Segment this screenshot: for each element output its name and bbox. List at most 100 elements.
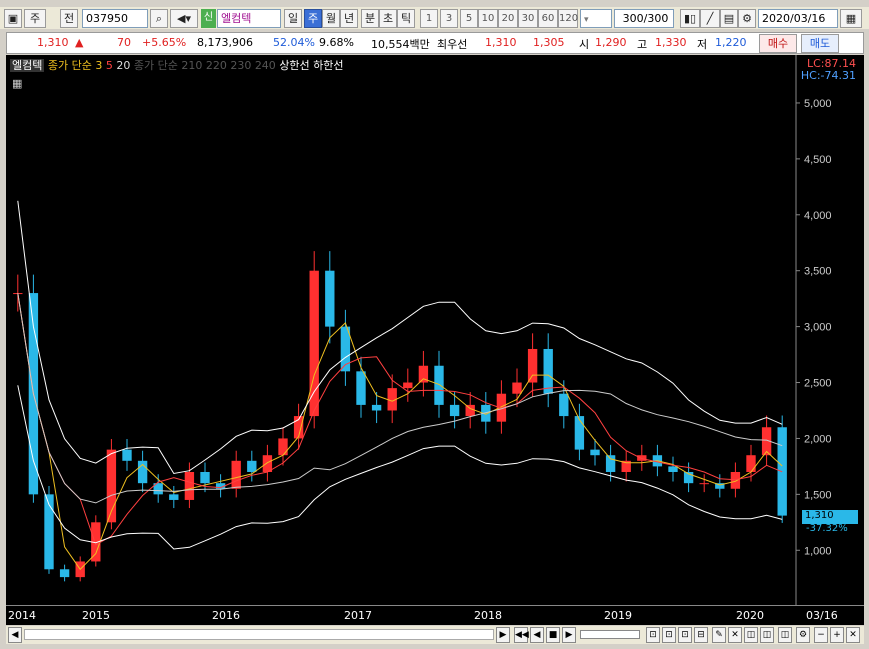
candle-body [668,466,678,472]
period-year[interactable]: 년 [340,9,358,28]
speed-slider[interactable] [580,630,640,639]
price-pct: -37.32% [806,523,848,534]
x-tick: 2019 [604,609,632,622]
interval-10[interactable]: 10 [478,9,498,28]
date-field[interactable]: 2020/03/16 [758,9,838,28]
stop-icon[interactable]: ■ [546,627,560,643]
calendar-icon[interactable]: ▦ [840,9,862,28]
candle-body [730,471,741,489]
chevron-down-icon: ▾ [584,15,589,25]
open: 1,290 [595,36,627,49]
change: 70 [117,36,131,49]
interval-custom[interactable]: ▾ [580,9,612,28]
x-tick: 2020 [736,609,764,622]
best-label: 최우선 [437,38,468,51]
y-tick-label: 2,000 [804,433,832,445]
candle-body [434,365,444,405]
tool1-icon[interactable]: ◫ [744,627,758,643]
play-back-icon[interactable]: ◀ [530,627,544,643]
crosshair-icon[interactable]: ✕ [728,627,742,643]
candle-body [574,416,585,450]
period-day[interactable]: 일 [284,9,302,28]
scroll-left-icon[interactable]: ◀ [8,627,22,643]
candle-body [200,471,210,484]
draw-icon[interactable]: ✎ [712,627,726,643]
play-icon[interactable]: ▶ [562,627,576,643]
candle-body [449,404,460,417]
window-icon[interactable]: ▣ [4,9,22,28]
speaker-icon[interactable]: ◀▾ [170,9,198,28]
period-second[interactable]: 초 [379,9,397,28]
interval-5[interactable]: 5 [460,9,478,28]
kind-select[interactable]: 전 [60,9,78,28]
scroll-track[interactable] [24,629,494,640]
line-tool-icon[interactable]: ╱ [700,9,720,28]
period-minute[interactable]: 분 [361,9,379,28]
high-label: 고 [637,38,648,51]
interval-120[interactable]: 120 [558,9,578,28]
candle-body [231,460,241,489]
candle-body [247,460,257,472]
bid2: 1,305 [533,36,565,49]
interval-1[interactable]: 1 [420,9,438,28]
range-icon[interactable]: ⊟ [694,627,708,643]
gear-icon[interactable]: ⚙ [738,9,756,28]
rate1: 52.04% [273,36,315,49]
period-week[interactable]: 주 [304,9,322,28]
rewind-icon[interactable]: ◀◀ [514,627,529,643]
x-tick: 2015 [82,609,110,622]
period-tick[interactable]: 틱 [397,9,415,28]
upper-band-line [17,200,783,475]
chart-area[interactable]: 엘컴텍 종가 단순 3 5 20 종가 단순 210 220 230 240 상… [6,55,864,625]
low: 1,220 [715,36,747,49]
candle-body [309,270,319,417]
open-label: 시 [579,38,590,51]
zoom-in-icon[interactable]: + [830,627,844,643]
interval-20[interactable]: 20 [498,9,518,28]
volume: 8,173,906 [197,36,253,49]
zoom-out-icon[interactable]: − [814,627,828,643]
scroll-right-icon[interactable]: ▶ [496,627,510,643]
interval-3[interactable]: 3 [440,9,458,28]
tool3-icon[interactable]: ◫ [778,627,792,643]
code-input[interactable]: 037950 [82,9,148,28]
ma5-line [17,293,783,546]
candle-body [559,393,569,417]
scroll-bar: ◀ ▶ ◀◀ ◀ ■ ▶ ⊡ ⊡ ⊡ ⊟ ✎ ✕ ◫ ◫ ◫ ⚙ − + ✕ [6,626,864,644]
search-icon[interactable]: ⌕ [150,9,168,28]
close-icon[interactable]: ✕ [846,627,860,643]
ma-short-line [17,293,783,571]
zoom-box-icon[interactable]: ⊡ [662,627,676,643]
buy-button[interactable]: 매수 [759,34,797,53]
change-pct: +5.65% [142,36,187,49]
candle-body [169,494,179,500]
type-select[interactable]: 주 [24,9,46,28]
interval-30[interactable]: 30 [518,9,538,28]
y-tick-label: 4,000 [804,210,832,222]
y-tick-label: 1,500 [804,489,832,501]
kind-label: 전 [63,12,75,25]
candle-icon[interactable]: ▮▯ [680,9,700,28]
interval-60[interactable]: 60 [538,9,558,28]
x-tick: 2018 [474,609,502,622]
zoom-fit-icon[interactable]: ⊡ [646,627,660,643]
candle-body [122,449,132,461]
price-chart: 5,000 4,500 4,000 3,500 3,000 2,500 2,000 1,500… [13,55,832,605]
x-tick: 2014 [8,609,36,622]
y-tick-label: 1,000 [804,545,832,557]
tool2-icon[interactable]: ◫ [760,627,774,643]
save-icon[interactable]: ▤ [720,9,738,28]
candle-body [605,455,616,472]
candle-body [59,569,70,578]
zoom-area-icon[interactable]: ⊡ [678,627,692,643]
candle-body [543,348,553,394]
candle-body [371,404,382,411]
type-label: 주 [29,12,41,25]
y-tick-label: 4,500 [804,154,832,166]
sell-button[interactable]: 매도 [801,34,839,53]
period-month[interactable]: 월 [322,9,340,28]
candle-body [637,455,647,461]
count-field[interactable]: 300/300 [614,9,674,28]
stock-name-field[interactable]: 엘컴텍 [217,9,281,28]
settings-icon[interactable]: ⚙ [796,627,810,643]
